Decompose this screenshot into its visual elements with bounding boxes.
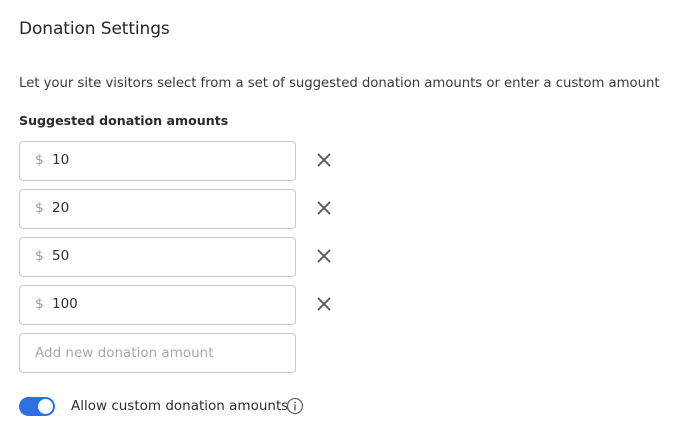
amount-value: 10 bbox=[52, 152, 70, 168]
remove-amount-button[interactable] bbox=[313, 197, 335, 219]
settings-description: Let your site visitors select from a set… bbox=[19, 76, 660, 91]
amount-row: $ 50 bbox=[19, 237, 349, 277]
currency-symbol: $ bbox=[35, 200, 44, 216]
amount-input[interactable]: $ 10 bbox=[19, 141, 296, 181]
close-icon bbox=[317, 201, 331, 215]
currency-symbol: $ bbox=[35, 248, 44, 264]
page-title: Donation Settings bbox=[19, 19, 170, 39]
suggested-amounts-label: Suggested donation amounts bbox=[19, 113, 229, 128]
amount-input[interactable]: $ 50 bbox=[19, 237, 296, 277]
amount-input[interactable]: $ 100 bbox=[19, 285, 296, 325]
amount-row: $ 20 bbox=[19, 189, 349, 229]
amount-input[interactable]: $ 20 bbox=[19, 189, 296, 229]
new-donation-amount-input[interactable] bbox=[19, 333, 296, 373]
amount-value: 20 bbox=[52, 200, 70, 216]
remove-amount-button[interactable] bbox=[313, 293, 335, 315]
custom-amounts-toggle[interactable] bbox=[19, 397, 55, 416]
amount-row: $ 10 bbox=[19, 141, 349, 181]
remove-amount-button[interactable] bbox=[313, 245, 335, 267]
currency-symbol: $ bbox=[35, 152, 44, 168]
amount-value: 100 bbox=[52, 296, 78, 312]
custom-amounts-label: Allow custom donation amounts bbox=[71, 398, 289, 414]
toggle-knob bbox=[38, 399, 53, 414]
close-icon bbox=[317, 153, 331, 167]
amount-value: 50 bbox=[52, 248, 70, 264]
amount-row: $ 100 bbox=[19, 285, 349, 325]
currency-symbol: $ bbox=[35, 296, 44, 312]
info-icon[interactable] bbox=[286, 397, 304, 415]
remove-amount-button[interactable] bbox=[313, 149, 335, 171]
close-icon bbox=[317, 249, 331, 263]
close-icon bbox=[317, 297, 331, 311]
